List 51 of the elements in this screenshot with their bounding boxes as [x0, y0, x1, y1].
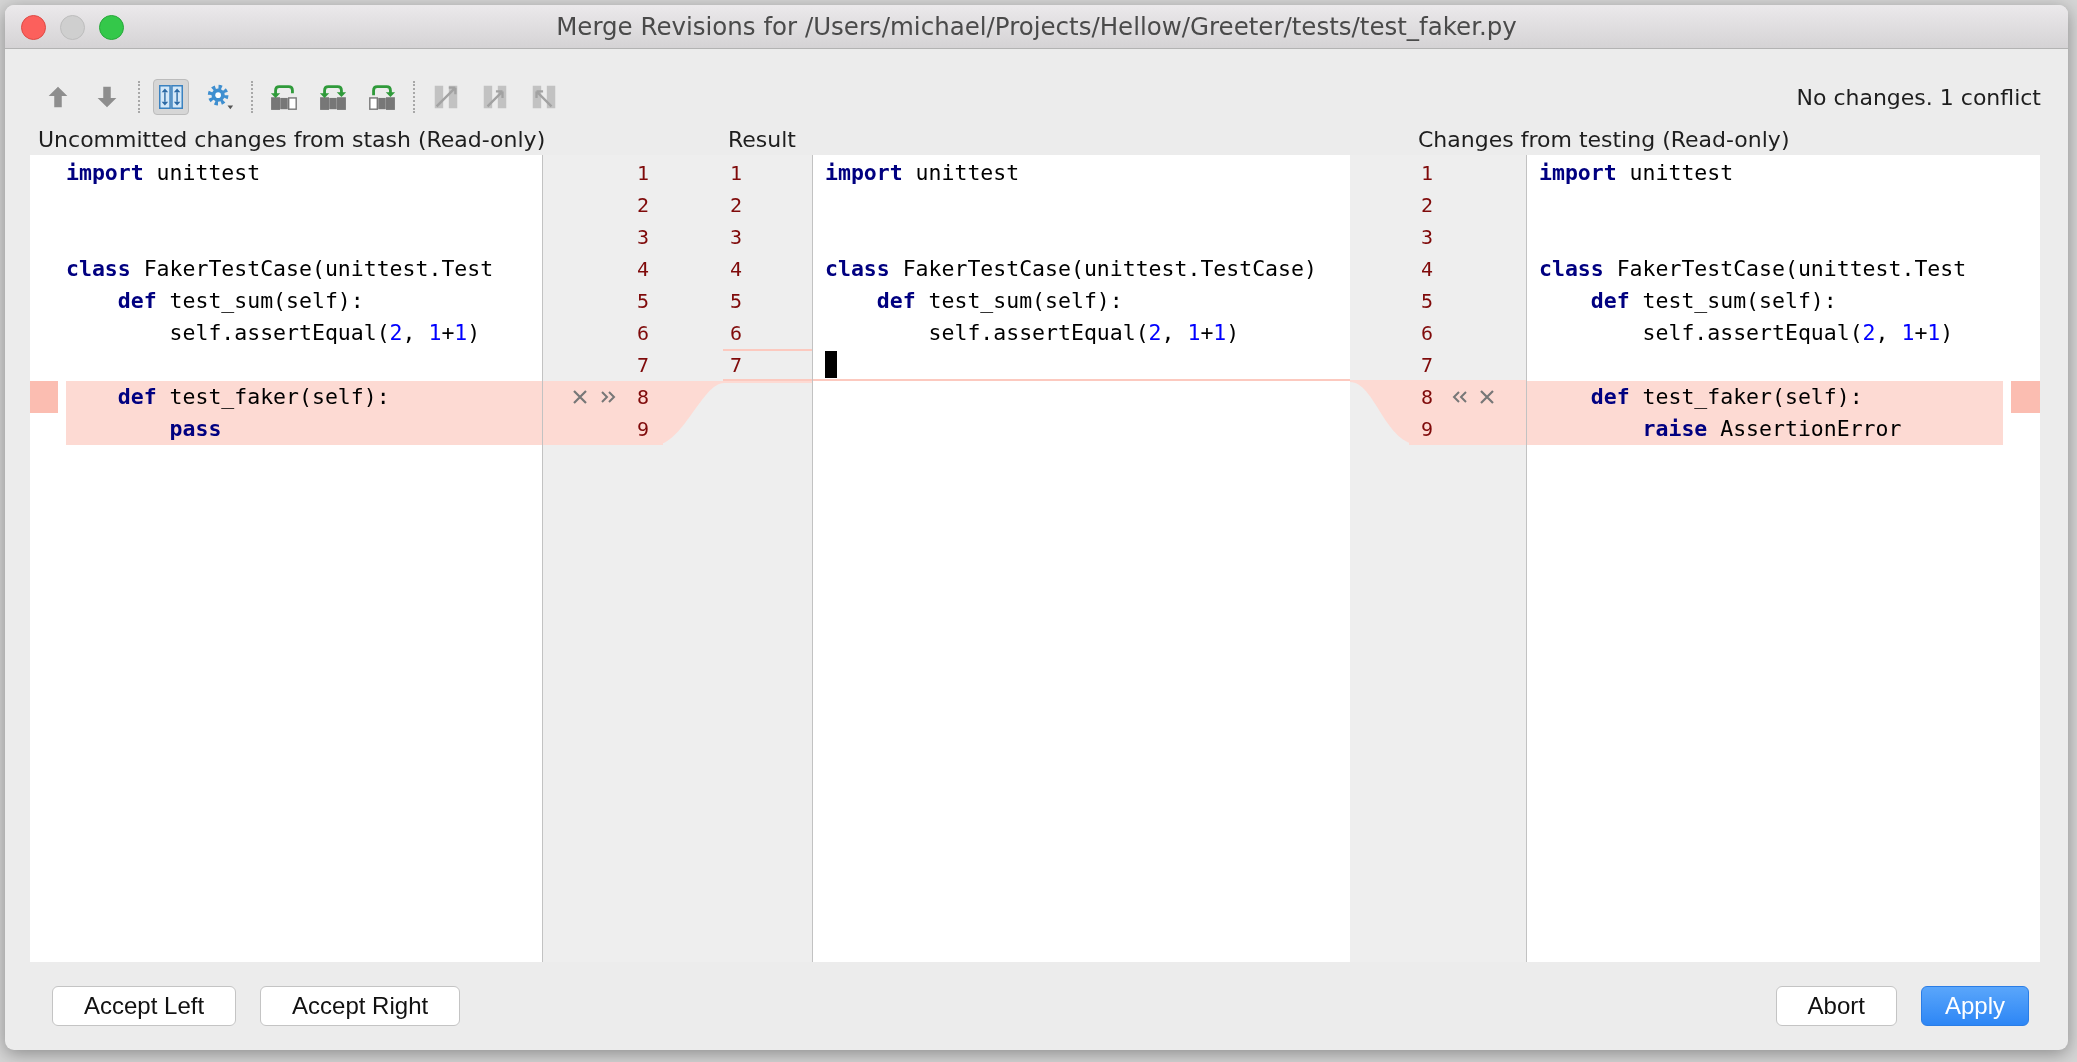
line-number: 1: [635, 160, 650, 187]
zoom-window-button[interactable]: [99, 15, 124, 40]
line-number: 2: [635, 192, 650, 219]
line-number: 2: [1419, 192, 1433, 219]
panel-header: Changes from testing (Read-only): [1418, 126, 1790, 152]
line-number: 7: [635, 352, 650, 379]
status-text: No changes. 1 conflict: [1796, 84, 2042, 110]
columns-toggle-icon[interactable]: [153, 79, 189, 115]
conflict-marker: [2011, 381, 2040, 413]
text-cursor: [825, 350, 837, 378]
line-number: 2: [729, 192, 744, 219]
line-number: 3: [1419, 224, 1433, 251]
code-editor[interactable]: import unittest class FakerTestCase(unittest.TestCase) def test_sum(self): self.assertEqual(2, 1+1): [812, 155, 1350, 962]
line-number: 4: [729, 256, 744, 283]
code-line: import unittest: [824, 159, 1021, 187]
line-number: 3: [729, 224, 744, 251]
footer-button[interactable]: Abort: [1775, 986, 1897, 1026]
code-line: class FakerTestCase(unittest.Test: [66, 255, 495, 283]
code-line: class FakerTestCase(unittest.TestCase): [824, 255, 1318, 283]
panel-header: Result: [728, 126, 796, 152]
code-line: import unittest: [1538, 159, 1735, 187]
line-number: 4: [635, 256, 650, 283]
footer-button[interactable]: Accept Right: [260, 986, 461, 1026]
code-line: self.assertEqual(2, 1+1): [1641, 319, 1955, 347]
code-editor[interactable]: import unittest class FakerTestCase(unittest.Test def test_sum(self): self.assertEqual(2, 1+1) def test_faker(self): pass: [30, 155, 543, 962]
line-number: 1: [1419, 160, 1433, 187]
line-number: 5: [1419, 288, 1433, 315]
line-number: 5: [729, 288, 744, 315]
line-number: 5: [635, 288, 650, 315]
close-icon[interactable]: [1478, 388, 1496, 406]
panel-header: Uncommitted changes from stash (Read-only): [38, 126, 546, 152]
line-number: 6: [1419, 320, 1433, 347]
code-line: self.assertEqual(2, 1+1): [168, 319, 482, 347]
line-number: 4: [1419, 256, 1433, 283]
code-line: class FakerTestCase(unittest.Test: [1538, 255, 1968, 283]
footer-button[interactable]: Accept Left: [52, 986, 237, 1026]
line-number: 3: [635, 224, 650, 251]
window-title: Merge Revisions for /Users/michael/Projects/Hellow/Greeter/tests/test_faker.py: [556, 12, 1517, 41]
line-number: 6: [729, 320, 744, 347]
code-line: self.assertEqual(2, 1+1): [927, 319, 1241, 347]
close-icon[interactable]: [571, 388, 589, 406]
close-window-button[interactable]: [21, 15, 46, 40]
code-line: def test_sum(self):: [1589, 287, 1838, 315]
code-line: import unittest: [66, 159, 262, 187]
code-line: def test_sum(self):: [116, 287, 365, 315]
line-number: 1: [729, 160, 744, 187]
code-line: def test_sum(self):: [875, 287, 1124, 315]
code-editor[interactable]: import unittest class FakerTestCase(unittest.Test def test_sum(self): self.assertEqual(2, 1+1) def test_faker(self): raise AssertionError: [1526, 155, 2040, 962]
conflict-marker: [30, 381, 58, 413]
line-number: 6: [635, 320, 650, 347]
line-number: 7: [1419, 352, 1433, 379]
